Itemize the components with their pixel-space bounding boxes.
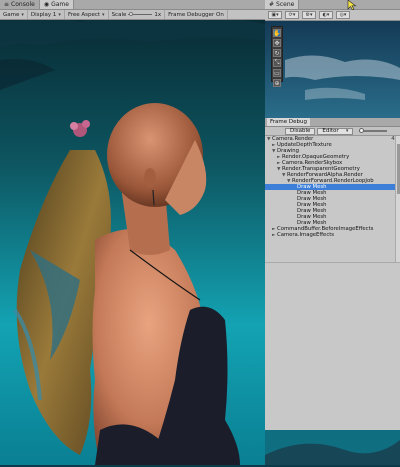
- aspect-dropdown[interactable]: Free Aspect ▾: [65, 10, 109, 19]
- game-toolbar: Game ▾ Display 1 ▾ Free Aspect ▾ Scale 1…: [0, 10, 265, 20]
- display-mode-dropdown[interactable]: Game ▾: [0, 10, 28, 19]
- chevron-down-icon: ▾: [345, 128, 349, 134]
- scene-icon: #: [269, 1, 275, 8]
- tab-game-label: Game: [51, 1, 69, 8]
- display-mode-label: Game: [3, 11, 20, 18]
- frame-debugger-toggle-label: Frame Debugger On: [168, 11, 224, 18]
- game-render-image: [0, 0, 265, 465]
- rect-tool-icon[interactable]: ▭: [273, 69, 281, 77]
- tab-frame-debug[interactable]: Frame Debug: [267, 118, 310, 126]
- move-tool-icon[interactable]: ✥: [273, 39, 281, 47]
- display-label: Display 1: [30, 11, 57, 18]
- scale-control[interactable]: Scale 1x: [109, 10, 166, 19]
- gizmo-icon: ⟳▾: [288, 12, 296, 18]
- console-icon: ≡: [4, 1, 10, 8]
- camera-icon: ◐▾: [322, 12, 330, 18]
- tree-scrollbar[interactable]: [395, 136, 400, 262]
- tab-console[interactable]: ≡ Console: [0, 0, 40, 9]
- effects-icon: ⚙▾: [305, 12, 313, 18]
- chevron-down-icon: ▾: [58, 11, 61, 18]
- display-dropdown[interactable]: Display 1 ▾: [28, 10, 65, 19]
- tab-game[interactable]: ◉ Game: [39, 0, 74, 9]
- chevron-down-icon: ▾: [102, 11, 105, 18]
- effects-button[interactable]: ⚙▾: [302, 11, 316, 19]
- disable-button-label: Disable: [290, 128, 311, 134]
- visibility-button[interactable]: ◎▾: [336, 11, 350, 19]
- scale-tool-icon[interactable]: ⤡: [273, 59, 281, 67]
- shading-mode-button[interactable]: ▣▾: [268, 11, 282, 19]
- aspect-label: Free Aspect: [67, 11, 101, 18]
- scale-slider[interactable]: [128, 12, 153, 16]
- transform-tool-icon[interactable]: ⊕: [273, 79, 281, 87]
- eye-icon: ◎▾: [339, 12, 347, 18]
- scene-tab-bar: # Scene: [265, 0, 400, 10]
- tab-console-label: Console: [11, 1, 35, 8]
- mouse-cursor-icon: [347, 0, 357, 10]
- gizmos-button[interactable]: ⟳▾: [285, 11, 299, 19]
- disable-button[interactable]: Disable: [285, 127, 316, 135]
- scene-toolbar: ▣▾ ⟳▾ ⚙▾ ◐▾ ◎▾: [265, 10, 400, 21]
- background-render-strip: [265, 430, 400, 465]
- tree-row[interactable]: ► Camera.ImageEffects: [265, 232, 400, 238]
- game-icon: ◉: [43, 1, 50, 8]
- scene-tools-panel: ✋ ✥ ↻ ⤡ ▭ ⊕: [271, 26, 283, 87]
- shading-icon: ▣▾: [271, 12, 279, 18]
- scale-value: 1x: [154, 11, 162, 18]
- frame-debugger-toggle[interactable]: Frame Debugger On: [165, 10, 228, 19]
- target-dropdown[interactable]: Editor ▾: [317, 127, 354, 135]
- frame-debug-toolbar: Disable Editor ▾: [265, 127, 400, 136]
- event-slider-knob[interactable]: [359, 128, 365, 133]
- scale-label: Scale: [111, 11, 127, 18]
- tree-row-label: Camera.ImageEffects: [277, 232, 335, 238]
- rotate-tool-icon[interactable]: ↻: [273, 49, 281, 57]
- target-dropdown-label: Editor: [322, 128, 339, 134]
- hand-tool-icon[interactable]: ✋: [273, 29, 281, 37]
- camera-button[interactable]: ◐▾: [319, 11, 333, 19]
- game-viewport[interactable]: [0, 0, 265, 465]
- chevron-down-icon: ▾: [21, 11, 24, 18]
- background-render-image: [265, 430, 400, 465]
- event-slider[interactable]: [359, 128, 388, 133]
- game-tab-bar: ≡ Console ◉ Game: [0, 0, 265, 10]
- tab-scene[interactable]: # Scene: [265, 0, 300, 9]
- scale-slider-knob[interactable]: [129, 12, 134, 16]
- frame-debug-tab-bar: Frame Debug: [265, 118, 400, 127]
- tab-scene-label: Scene: [276, 1, 295, 8]
